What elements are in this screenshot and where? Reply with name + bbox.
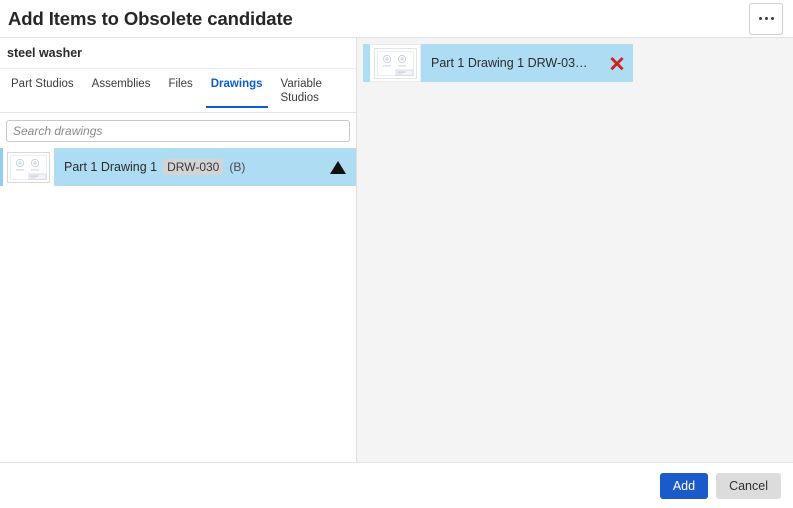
element-type-tabs: Part Studios Assemblies Files Drawings V…	[0, 69, 356, 113]
selected-item-label: Part 1 Drawing 1 DRW-030 (B)	[431, 56, 589, 70]
tab-variable-studios[interactable]: Variable Studios	[272, 69, 326, 112]
tab-files[interactable]: Files	[159, 69, 201, 112]
ellipsis-icon	[758, 17, 762, 20]
document-name: steel washer	[7, 46, 83, 60]
revision-label: (B)	[229, 160, 246, 174]
tab-assemblies[interactable]: Assemblies	[83, 69, 160, 112]
dialog-header: Add Items to Obsolete candidate	[0, 0, 793, 38]
selected-item-content: Part 1 Drawing 1 DRW-030 (B)	[421, 44, 633, 82]
search-input[interactable]	[6, 120, 350, 142]
triangle-up-icon[interactable]	[330, 160, 346, 174]
tab-label: Variable Studios	[280, 78, 322, 104]
tab-label: Files	[168, 78, 193, 90]
dialog-body: steel washer Part Studios Assemblies Fil…	[0, 38, 793, 463]
list-item-content[interactable]: Part 1 Drawing 1 DRW-030 (B)	[54, 148, 356, 186]
tab-label: Drawings	[210, 78, 263, 90]
selected-items-pane[interactable]: Part 1 Drawing 1 DRW-030 (B)	[357, 38, 793, 462]
drawing-sheet-thumbnail	[370, 44, 421, 82]
list-item[interactable]: Part 1 Drawing 1 DRW-030 (B)	[0, 148, 356, 186]
tab-part-studios[interactable]: Part Studios	[2, 69, 83, 112]
dialog-footer: Add Cancel	[0, 463, 793, 508]
drawings-result-list[interactable]: Part 1 Drawing 1 DRW-030 (B)	[0, 148, 356, 462]
add-items-dialog: Add Items to Obsolete candidate steel wa…	[0, 0, 793, 508]
list-item[interactable]: Part 1 Drawing 1 DRW-030 (B)	[363, 44, 633, 82]
status-badge: DRW-030	[163, 159, 224, 175]
tab-label: Part Studios	[11, 78, 74, 90]
ellipsis-icon	[770, 17, 774, 20]
source-browser-pane: steel washer Part Studios Assemblies Fil…	[0, 38, 357, 462]
red-x-icon[interactable]	[609, 55, 625, 71]
add-button[interactable]: Add	[659, 472, 709, 499]
ellipsis-icon	[764, 17, 768, 20]
drawing-sheet-thumbnail	[3, 148, 54, 186]
cancel-button[interactable]: Cancel	[716, 472, 781, 499]
search-container	[0, 113, 356, 148]
more-options-button[interactable]	[749, 2, 783, 35]
tab-label: Assemblies	[91, 78, 151, 90]
document-name-bar: steel washer	[0, 38, 356, 69]
page-title: Add Items to Obsolete candidate	[8, 7, 293, 29]
tab-drawings[interactable]: Drawings	[202, 69, 272, 112]
selection-accent-strip	[363, 44, 370, 82]
list-item-title: Part 1 Drawing 1	[64, 160, 158, 174]
